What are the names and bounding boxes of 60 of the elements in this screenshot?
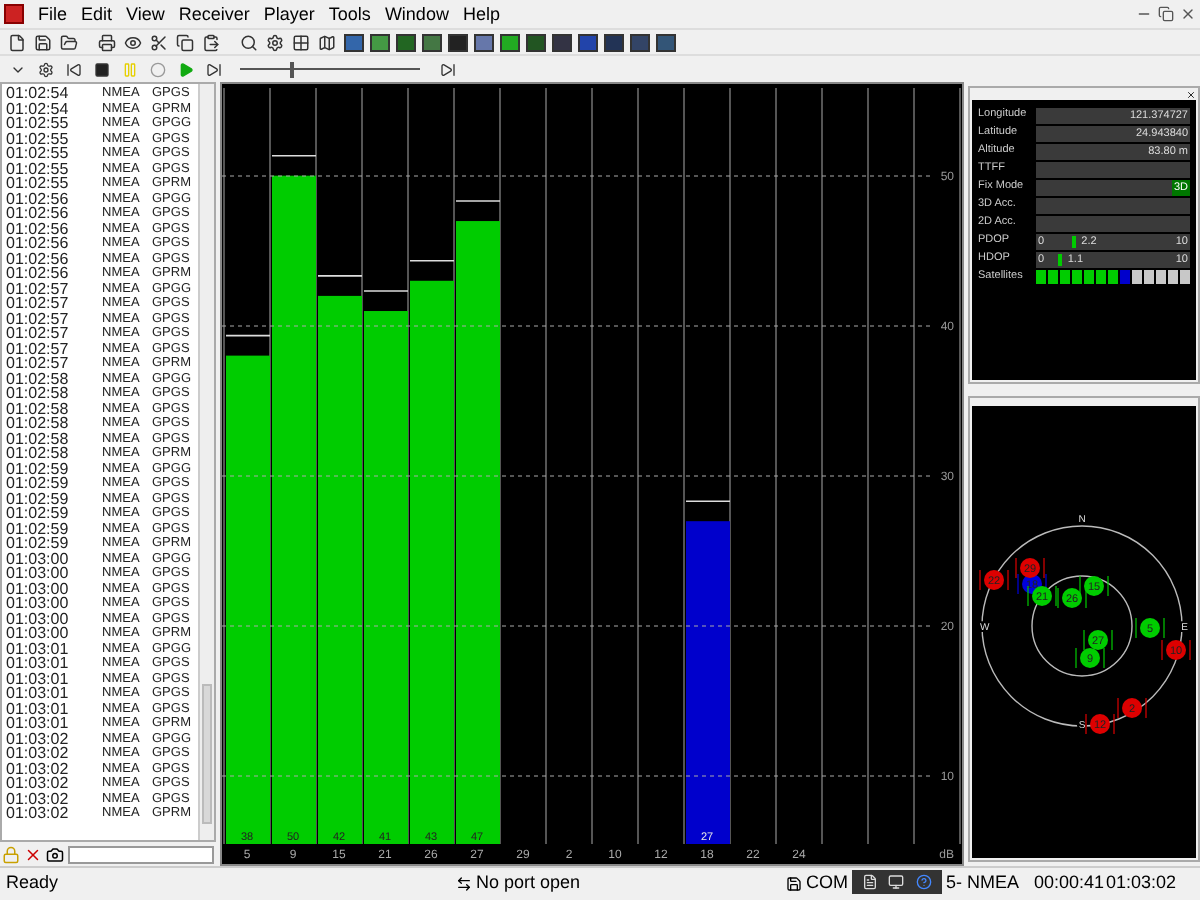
map-button[interactable] xyxy=(314,30,340,54)
folder-icon xyxy=(60,33,78,51)
document-icon[interactable] xyxy=(861,874,878,890)
menu-item[interactable]: Help xyxy=(462,2,500,26)
help-icon[interactable] xyxy=(916,874,933,890)
open-folder-button[interactable] xyxy=(56,30,82,54)
settings-icon xyxy=(266,33,284,51)
menu-item[interactable]: View xyxy=(126,2,165,26)
port-status: No port open xyxy=(476,870,581,897)
copy-button[interactable] xyxy=(172,30,198,54)
elapsed-time: 00:00:41 xyxy=(1034,870,1106,897)
grid-icon xyxy=(292,33,310,51)
camera-icon[interactable] xyxy=(46,845,64,863)
menu-item[interactable]: Player xyxy=(263,2,315,26)
search-button[interactable] xyxy=(236,30,262,54)
elevation-ring xyxy=(1031,575,1133,677)
com-port-status: COM xyxy=(806,870,848,897)
settings-icon xyxy=(37,61,53,77)
menu-item[interactable]: Window xyxy=(384,2,449,26)
paste-button[interactable] xyxy=(198,30,224,54)
print-button[interactable] xyxy=(94,30,120,54)
file-icon xyxy=(8,33,26,51)
slider-thumb[interactable] xyxy=(290,61,295,77)
clipboard-icon xyxy=(202,33,220,51)
copy-icon xyxy=(176,33,194,51)
save-icon xyxy=(34,33,52,51)
monitor-icon[interactable] xyxy=(888,874,905,890)
menu-item[interactable]: Edit xyxy=(81,2,113,26)
restore-icon[interactable] xyxy=(1158,6,1174,22)
save-icon xyxy=(786,876,802,892)
grid-button[interactable] xyxy=(288,30,314,54)
search-icon xyxy=(240,33,258,51)
play-icon xyxy=(177,61,193,77)
menu-item[interactable]: Tools xyxy=(328,2,371,26)
new-file-button[interactable] xyxy=(4,30,30,54)
stop-icon xyxy=(93,61,109,77)
menu-item[interactable]: File xyxy=(38,2,68,26)
cut-button[interactable] xyxy=(146,30,172,54)
save-button[interactable] xyxy=(30,30,56,54)
status-text: Ready xyxy=(4,870,61,897)
menu-item[interactable]: Receiver xyxy=(178,2,250,26)
map-icon xyxy=(318,33,336,51)
eye-icon xyxy=(124,33,142,51)
skip-forward-icon xyxy=(439,61,455,77)
settings-button[interactable] xyxy=(262,30,288,54)
clock-time: 01:03:02 xyxy=(1106,870,1178,897)
filter-field[interactable] xyxy=(68,845,214,863)
close-icon[interactable] xyxy=(1180,6,1196,22)
playback-slider[interactable] xyxy=(240,61,420,77)
app-icon xyxy=(4,4,24,24)
printer-icon xyxy=(98,33,116,51)
circle-icon xyxy=(149,61,165,77)
pause-icon xyxy=(121,61,137,77)
clear-icon[interactable] xyxy=(24,845,42,863)
scrollbar[interactable] xyxy=(198,84,214,840)
port-icon xyxy=(456,876,472,892)
skip-forward-icon xyxy=(205,61,221,77)
protocol-status: 5- NMEA xyxy=(946,870,1022,897)
skip-back-icon xyxy=(65,61,81,77)
scissors-icon xyxy=(150,33,168,51)
